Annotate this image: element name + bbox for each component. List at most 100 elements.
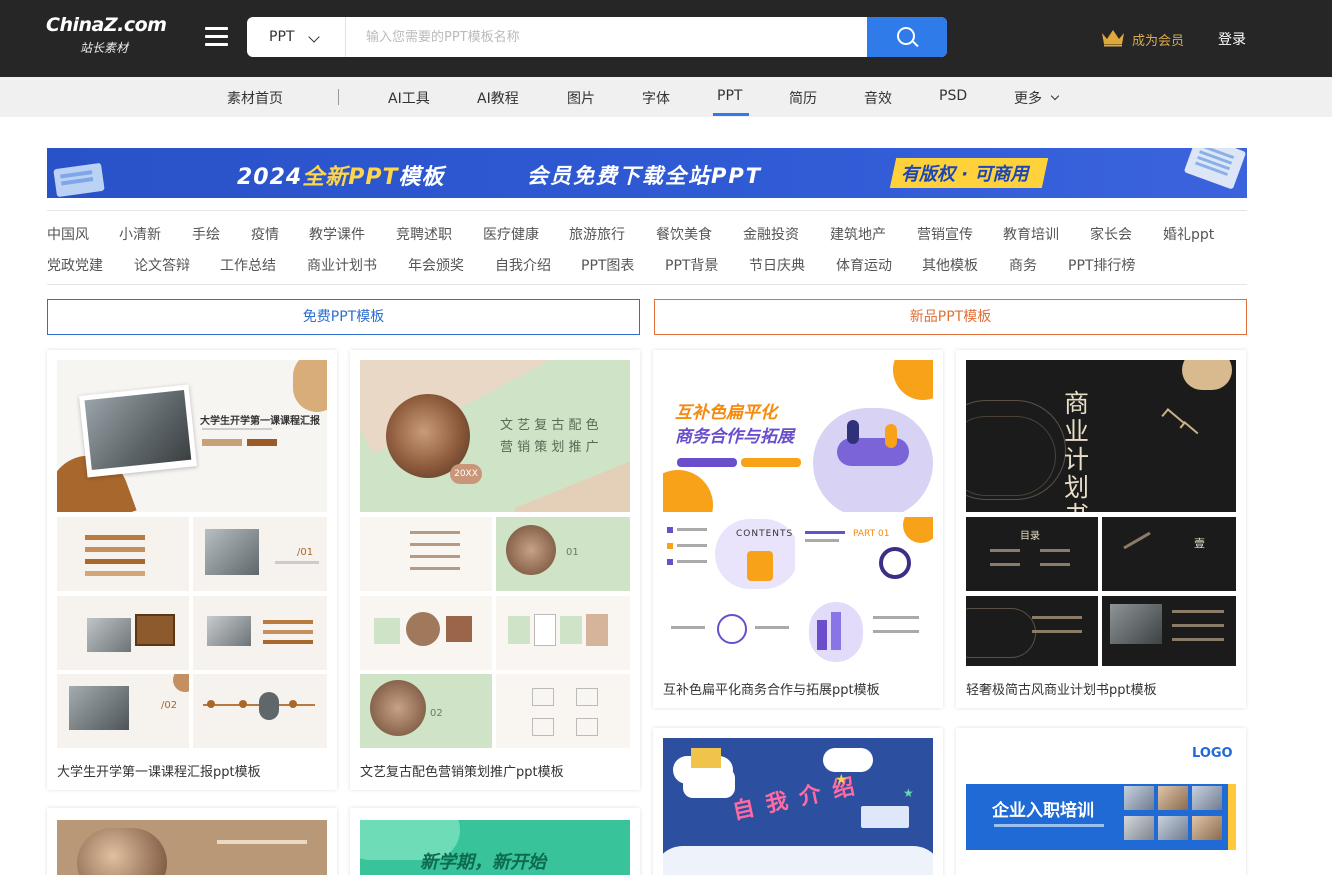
- tag-link[interactable]: 竞聘述职: [396, 224, 452, 244]
- top-header: ChinaZ.com 站长素材 PPT 成为会员 登录: [0, 0, 1332, 77]
- nav-item-images[interactable]: 图片: [567, 88, 595, 108]
- nav-active-indicator: [713, 113, 749, 116]
- template-card[interactable]: 商业计划书 目录 壹 轻奢极简古风商业计划书ppt模板: [956, 350, 1246, 708]
- slide-title: 企业入职培训: [992, 801, 1094, 821]
- slide-title: 大学生开学第一课课程汇报: [200, 416, 320, 427]
- card-caption[interactable]: 大学生开学第一课课程汇报ppt模板: [57, 761, 261, 780]
- tag-link[interactable]: PPT图表: [581, 255, 634, 275]
- tag-link[interactable]: 中国风: [47, 224, 89, 244]
- divider: [47, 284, 1247, 285]
- slide-title: 新学期，新开始: [420, 852, 546, 873]
- site-logo[interactable]: ChinaZ.com 站长素材: [46, 14, 171, 62]
- card-caption[interactable]: 互补色扁平化商务合作与拓展ppt模板: [663, 679, 880, 698]
- nav-item-ai-tutorials[interactable]: AI教程: [477, 88, 519, 108]
- tag-link[interactable]: 手绘: [192, 224, 220, 244]
- slide-title: 商业计划书: [1064, 389, 1090, 513]
- nav-item-fonts[interactable]: 字体: [642, 88, 670, 108]
- slide-preview: 20XX 文 艺 复 古 配 色 营 销 策 划 推 广: [360, 360, 630, 512]
- slide-title: 互补色扁平化: [675, 403, 777, 423]
- search-type-select[interactable]: PPT: [247, 17, 345, 57]
- tag-link[interactable]: 体育运动: [836, 255, 892, 275]
- tag-link[interactable]: 工作总结: [220, 255, 276, 275]
- banner-tag: 有版权 · 可商用: [901, 164, 1029, 185]
- slide-preview: [496, 674, 630, 748]
- crown-icon: [1102, 30, 1124, 47]
- slide-preview: PART 01: [799, 517, 933, 591]
- slide-preview: 大学生开学第一课课程汇报: [57, 360, 327, 512]
- slide-preview: 互补色扁平化 商务合作与拓展: [663, 360, 933, 512]
- slide-title: 文 艺 复 古 配 色: [500, 418, 599, 433]
- tag-link[interactable]: 教学课件: [309, 224, 365, 244]
- tag-link[interactable]: 论文答辩: [134, 255, 190, 275]
- slide-preview: 目录: [966, 517, 1098, 591]
- template-card[interactable]: 自我介绍 ★ ★: [653, 728, 943, 875]
- document-illustration: [53, 162, 105, 198]
- template-thumbnail: 新学期，新开始: [360, 820, 630, 875]
- vip-label: 成为会员: [1132, 34, 1185, 49]
- banner-subline: 会员免费下载全站PPT: [527, 164, 763, 188]
- search-input[interactable]: [346, 17, 867, 57]
- slide-preview: [496, 596, 630, 670]
- template-thumbnail: 互补色扁平化 商务合作与拓展 CONTENTS PART 01: [663, 360, 933, 666]
- card-caption[interactable]: 文艺复古配色营销策划推广ppt模板: [360, 761, 564, 780]
- slide-title: 自我介绍: [730, 772, 869, 825]
- tag-link[interactable]: 教育培训: [1003, 224, 1059, 244]
- tag-link[interactable]: 医疗健康: [483, 224, 539, 244]
- tag-link[interactable]: 疫情: [251, 224, 279, 244]
- nav-item-resume[interactable]: 简历: [789, 88, 817, 108]
- template-card[interactable]: LOGO 企业入职培训: [956, 728, 1246, 875]
- slide-preview: /01: [193, 517, 327, 591]
- tag-link[interactable]: 建筑地产: [830, 224, 886, 244]
- tag-link[interactable]: PPT背景: [665, 255, 718, 275]
- slide-preview: [1102, 596, 1236, 666]
- nav-item-ai-tools[interactable]: AI工具: [388, 88, 430, 108]
- tag-link[interactable]: 婚礼ppt: [1163, 224, 1214, 244]
- tag-link[interactable]: 自我介绍: [495, 255, 551, 275]
- tag-link[interactable]: 党政党建: [47, 255, 103, 275]
- template-card[interactable]: 大学生开学第一课课程汇报 /01 /02 大学生开学第一课课程汇报ppt模板: [47, 350, 337, 790]
- tag-link[interactable]: PPT排行榜: [1068, 255, 1135, 275]
- logo-subtitle: 站长素材: [80, 41, 129, 55]
- nav-item-sound[interactable]: 音效: [864, 88, 892, 108]
- template-thumbnail: 大学生开学第一课课程汇报 /01 /02: [57, 360, 327, 748]
- free-ppt-tab[interactable]: 免费PPT模板: [47, 299, 640, 335]
- main-nav: 素材首页 AI工具 AI教程 图片 字体 PPT 简历 音效 PSD 更多: [0, 77, 1332, 117]
- nav-item-home[interactable]: 素材首页: [227, 88, 283, 108]
- template-thumbnail: 商业计划书 目录 壹: [966, 360, 1236, 666]
- tag-link[interactable]: 金融投资: [743, 224, 799, 244]
- tag-link[interactable]: 商务: [1009, 255, 1037, 275]
- menu-icon[interactable]: [205, 27, 228, 47]
- tag-link[interactable]: 小清新: [119, 224, 161, 244]
- nav-item-ppt[interactable]: PPT: [717, 88, 742, 104]
- template-thumbnail: [57, 820, 327, 875]
- slide-preview: [663, 596, 795, 666]
- tag-link[interactable]: 家长会: [1090, 224, 1132, 244]
- template-card[interactable]: 互补色扁平化 商务合作与拓展 CONTENTS PART 01 互补色扁平化商务…: [653, 350, 943, 708]
- slide-preview: [360, 517, 492, 591]
- slide-preview: 02: [360, 674, 492, 748]
- nav-item-psd[interactable]: PSD: [939, 88, 967, 104]
- tag-link[interactable]: 节日庆典: [749, 255, 805, 275]
- slide-preview: [193, 674, 327, 748]
- slide-preview: [193, 596, 327, 670]
- template-card[interactable]: [47, 808, 337, 875]
- tag-link[interactable]: 商业计划书: [307, 255, 377, 275]
- tag-link[interactable]: 年会颁奖: [408, 255, 464, 275]
- promo-banner[interactable]: 2024全新PPT模板 会员免费下载全站PPT 有版权 · 可商用: [47, 148, 1247, 198]
- template-card[interactable]: 新学期，新开始: [350, 808, 640, 875]
- tag-link[interactable]: 其他模板: [922, 255, 978, 275]
- new-ppt-tab[interactable]: 新品PPT模板: [654, 299, 1247, 335]
- search-button[interactable]: [867, 17, 947, 57]
- slide-preview: [57, 517, 189, 591]
- slide-preview: [799, 596, 933, 666]
- template-card[interactable]: 20XX 文 艺 复 古 配 色 营 销 策 划 推 广 01 02 文艺复古配…: [350, 350, 640, 790]
- logo-brand: ChinaZ.com: [46, 14, 167, 36]
- tag-link[interactable]: 营销宣传: [917, 224, 973, 244]
- banner-headline: 2024全新PPT模板: [237, 165, 445, 190]
- nav-item-more[interactable]: 更多: [1014, 88, 1042, 108]
- tag-link[interactable]: 餐饮美食: [656, 224, 712, 244]
- card-caption[interactable]: 轻奢极简古风商业计划书ppt模板: [966, 679, 1157, 698]
- tag-link[interactable]: 旅游旅行: [569, 224, 625, 244]
- login-link[interactable]: 登录: [1218, 29, 1246, 49]
- slide-logo: LOGO: [1192, 746, 1233, 761]
